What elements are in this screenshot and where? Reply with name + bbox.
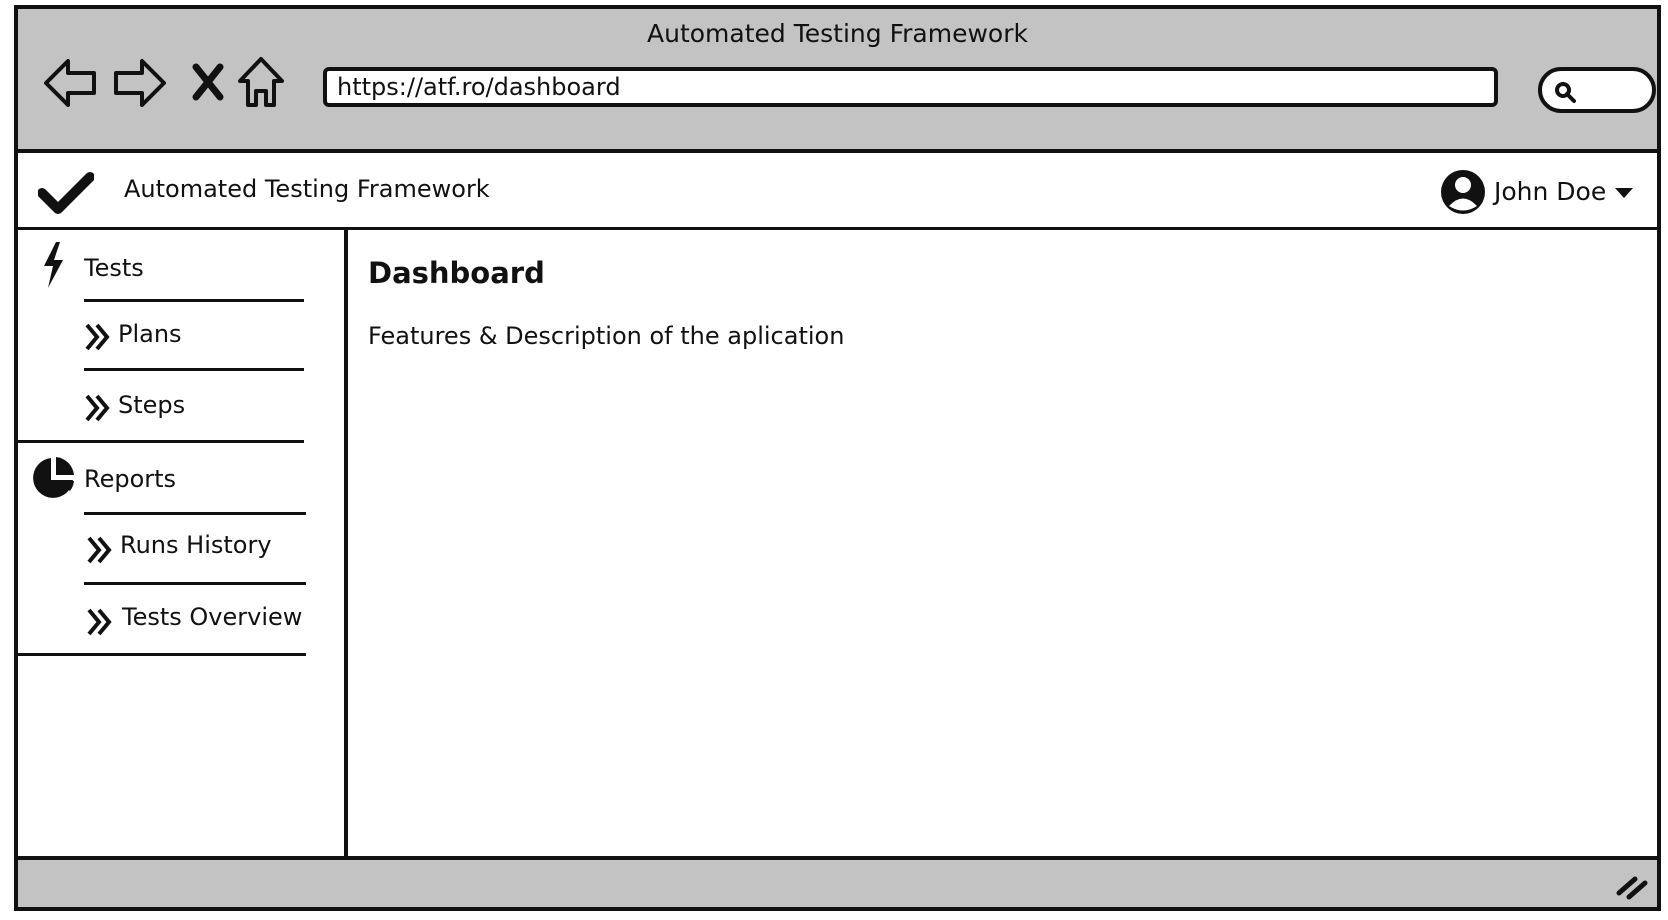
sidebar-item-steps[interactable]: Steps <box>78 371 344 439</box>
search-icon <box>1555 82 1576 103</box>
browser-search-field[interactable] <box>1538 67 1656 113</box>
sidebar-item-label: Runs History <box>120 531 272 559</box>
sidebar-item-tests-overview[interactable]: Tests Overview <box>78 585 344 651</box>
sidebar-item-plans[interactable]: Plans <box>78 302 344 368</box>
browser-window: Automated Testing Framework https://atf.… <box>14 5 1661 911</box>
double-chevron-icon <box>85 394 110 422</box>
browser-chrome: Automated Testing Framework https://atf.… <box>18 9 1657 153</box>
resize-grip-icon[interactable] <box>1615 871 1649 901</box>
stop-icon[interactable] <box>188 53 228 113</box>
app-header: Automated Testing Framework John Doe <box>18 153 1657 230</box>
sidebar-item-reports[interactable]: Reports <box>18 443 344 511</box>
window-title: Automated Testing Framework <box>647 19 1028 48</box>
sidebar-item-label: Tests Overview <box>122 603 303 631</box>
forward-icon[interactable] <box>110 53 168 113</box>
sidebar-item-label: Steps <box>118 391 186 419</box>
user-name: John Doe <box>1494 177 1607 206</box>
divider <box>18 653 306 656</box>
sidebar-item-label: Plans <box>118 320 182 348</box>
page-description: Features & Description of the aplication <box>368 322 845 350</box>
home-icon[interactable] <box>236 53 286 113</box>
page-title: Dashboard <box>368 256 545 290</box>
back-icon[interactable] <box>42 53 100 113</box>
checkmark-icon <box>38 172 94 214</box>
main-content: Dashboard Features & Description of the … <box>348 230 1657 860</box>
url-field[interactable]: https://atf.ro/dashboard <box>323 67 1498 107</box>
sidebar-item-tests[interactable]: Tests <box>18 230 344 300</box>
sidebar: Tests Plans Steps Reports Runs History T… <box>18 230 348 860</box>
caret-down-icon <box>1615 188 1633 198</box>
user-avatar-icon <box>1441 170 1485 214</box>
status-bar <box>18 856 1657 907</box>
double-chevron-icon <box>87 536 112 564</box>
double-chevron-icon <box>85 323 110 351</box>
sidebar-item-label: Reports <box>84 465 177 493</box>
sidebar-item-label: Tests <box>84 254 144 282</box>
app-title: Automated Testing Framework <box>124 175 490 203</box>
double-chevron-icon <box>87 608 112 636</box>
lightning-icon <box>44 242 63 288</box>
sidebar-item-runs-history[interactable]: Runs History <box>78 515 344 581</box>
pie-chart-icon <box>33 457 74 498</box>
